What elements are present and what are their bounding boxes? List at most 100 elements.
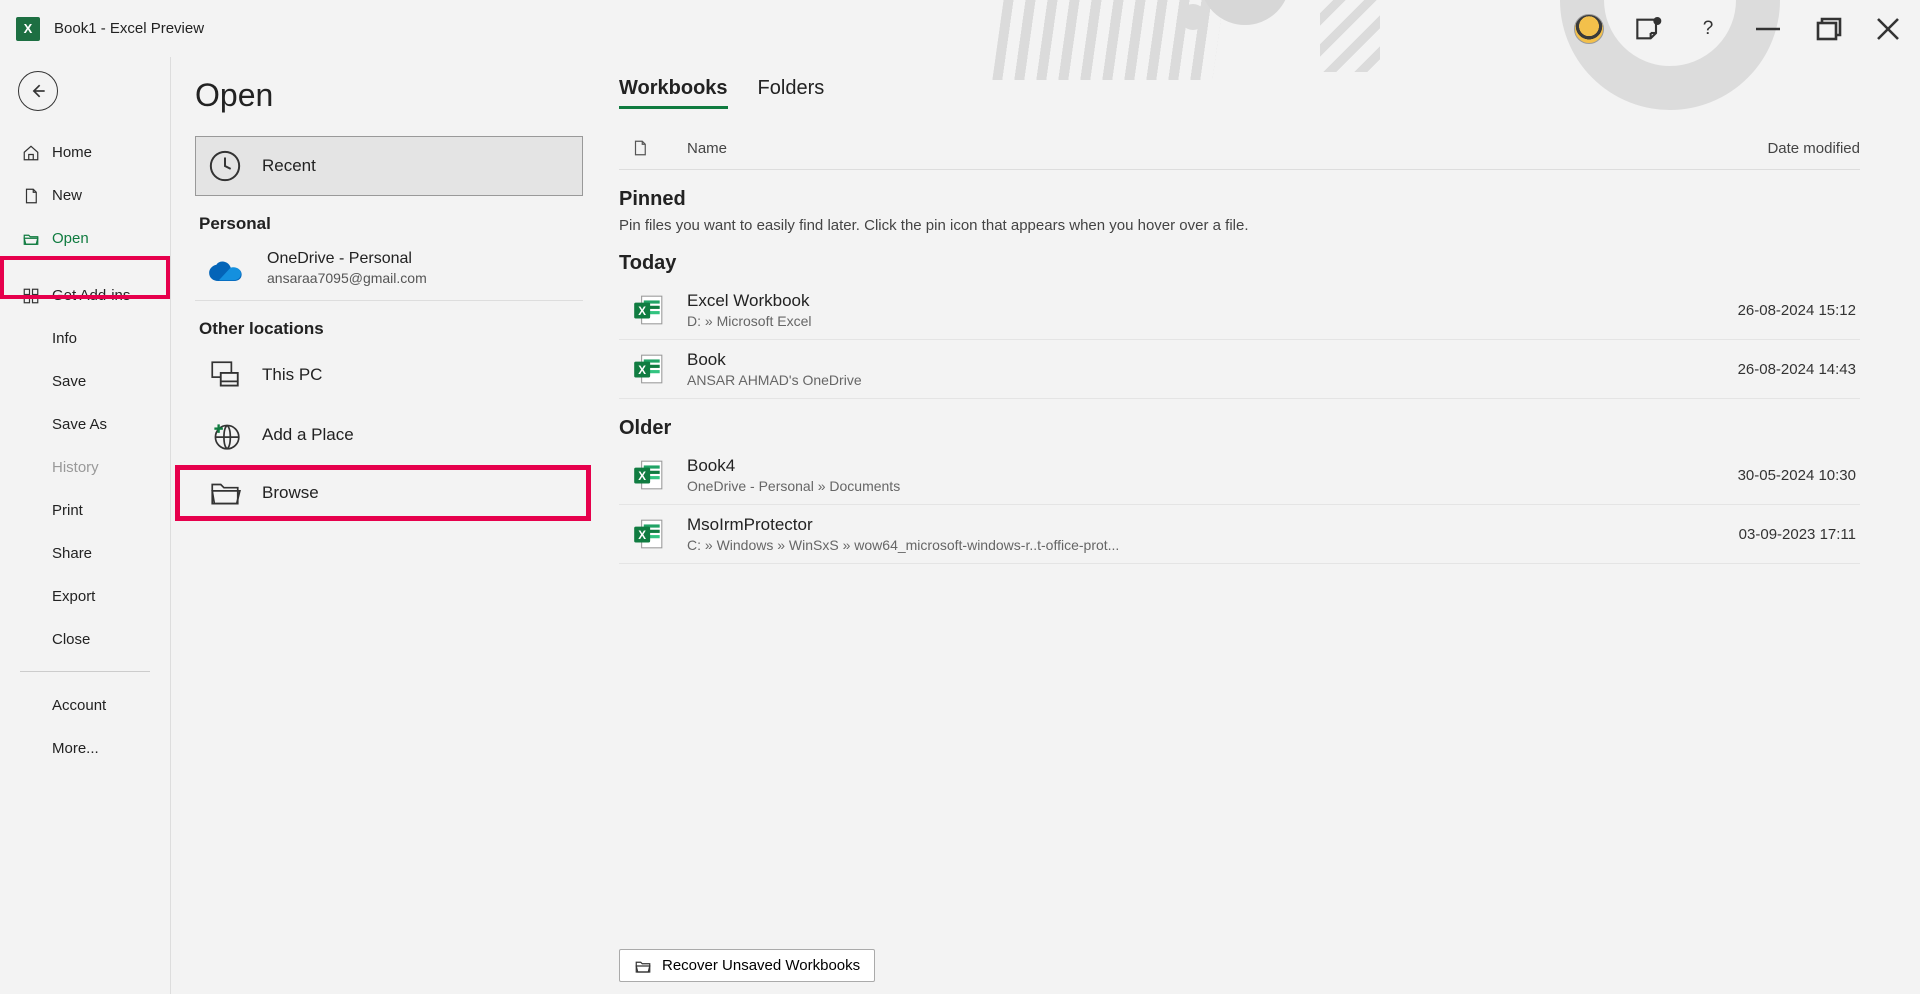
back-button[interactable] — [18, 71, 58, 111]
file-path: ANSAR AHMAD's OneDrive — [687, 372, 862, 388]
more-label: More... — [52, 740, 99, 757]
file-name: Book4 — [687, 456, 900, 476]
recent-label: Recent — [262, 156, 316, 176]
location-recent[interactable]: Recent — [195, 136, 583, 196]
group-today-title: Today — [619, 252, 1860, 275]
group-older-title: Older — [619, 417, 1860, 440]
svg-text:X: X — [638, 305, 646, 318]
location-add-place[interactable]: Add a Place — [195, 405, 583, 465]
account-label: Account — [52, 697, 106, 714]
open-label: Open — [52, 230, 89, 247]
browse-folder-icon — [208, 476, 242, 510]
sidebar-item-saveas[interactable]: Save As — [0, 403, 170, 446]
print-label: Print — [52, 502, 83, 519]
this-pc-icon — [208, 358, 242, 392]
file-icon — [631, 137, 649, 159]
info-label: Info — [52, 330, 77, 347]
file-path: OneDrive - Personal » Documents — [687, 478, 900, 494]
history-label: History — [52, 459, 99, 476]
sidebar-item-share[interactable]: Share — [0, 532, 170, 575]
close-label: Close — [52, 631, 90, 648]
file-row[interactable]: X Book ANSAR AHMAD's OneDrive 26-08-2024 … — [619, 340, 1860, 399]
sidebar-item-more[interactable]: More... — [0, 727, 170, 770]
folder-open-icon — [634, 958, 652, 974]
export-label: Export — [52, 588, 95, 605]
file-row[interactable]: X MsoIrmProtector C: » Windows » WinSxS »… — [619, 505, 1860, 564]
backstage-sidebar: Home New Open Get Add-ins Info Save Save… — [0, 57, 170, 994]
window-title: Book1 - Excel Preview — [54, 20, 204, 37]
share-label: Share — [52, 545, 92, 562]
file-path: C: » Windows » WinSxS » wow64_microsoft-… — [687, 537, 1119, 553]
sidebar-item-print[interactable]: Print — [0, 489, 170, 532]
browse-label: Browse — [262, 483, 319, 503]
file-tabs: Workbooks Folders — [619, 77, 1860, 109]
sidebar-item-account[interactable]: Account — [0, 684, 170, 727]
sidebar-item-new[interactable]: New — [0, 174, 170, 217]
file-name: Book — [687, 350, 862, 370]
file-date: 26-08-2024 15:12 — [1738, 302, 1856, 319]
addplace-label: Add a Place — [262, 425, 354, 445]
highlight-box-browse: Browse — [175, 465, 591, 521]
col-name[interactable]: Name — [687, 140, 727, 157]
sidebar-item-home[interactable]: Home — [0, 131, 170, 174]
sidebar-item-close[interactable]: Close — [0, 618, 170, 661]
sidebar-item-save[interactable]: Save — [0, 360, 170, 403]
file-row[interactable]: X Book4 OneDrive - Personal » Documents 3… — [619, 446, 1860, 505]
add-place-icon — [208, 418, 242, 452]
notifications-icon[interactable] — [1632, 13, 1664, 45]
tab-workbooks[interactable]: Workbooks — [619, 77, 728, 109]
recover-unsaved-button[interactable]: Recover Unsaved Workbooks — [619, 949, 875, 982]
location-browse[interactable]: Browse — [195, 470, 586, 516]
page-title: Open — [181, 77, 583, 114]
other-locations-header: Other locations — [199, 319, 583, 339]
onedrive-icon — [207, 255, 247, 281]
location-onedrive-personal[interactable]: OneDrive - Personal ansaraa7095@gmail.co… — [195, 240, 583, 296]
sidebar-item-history: History — [0, 446, 170, 489]
new-label: New — [52, 187, 82, 204]
home-label: Home — [52, 144, 92, 161]
excel-file-icon: X — [631, 352, 665, 386]
onedrive-email: ansaraa7095@gmail.com — [267, 270, 427, 286]
help-icon[interactable]: ? — [1692, 13, 1724, 45]
recover-label: Recover Unsaved Workbooks — [662, 957, 860, 974]
file-path: D: » Microsoft Excel — [687, 313, 811, 329]
locations-panel: Open Recent Personal OneDrive - Personal… — [170, 57, 595, 994]
divider — [195, 300, 583, 301]
getaddins-label: Get Add-ins — [52, 287, 130, 304]
personal-header: Personal — [199, 214, 583, 234]
file-date: 30-05-2024 10:30 — [1738, 467, 1856, 484]
file-name: Excel Workbook — [687, 291, 811, 311]
maximize-button[interactable] — [1812, 13, 1844, 45]
files-panel: Workbooks Folders Name Date modified Pin… — [595, 57, 1920, 994]
save-label: Save — [52, 373, 86, 390]
tab-folders[interactable]: Folders — [758, 77, 825, 109]
minimize-button[interactable] — [1752, 13, 1784, 45]
sidebar-item-info[interactable]: Info — [0, 317, 170, 360]
sidebar-item-get-addins[interactable]: Get Add-ins — [0, 274, 170, 317]
group-pinned-title: Pinned — [619, 188, 1860, 211]
col-date[interactable]: Date modified — [1767, 140, 1860, 157]
column-headers: Name Date modified — [619, 131, 1860, 170]
svg-text:X: X — [638, 529, 646, 542]
svg-text:X: X — [638, 364, 646, 377]
file-date: 03-09-2023 17:11 — [1739, 526, 1856, 543]
close-button[interactable] — [1872, 13, 1904, 45]
saveas-label: Save As — [52, 416, 107, 433]
thispc-label: This PC — [262, 365, 322, 385]
sidebar-item-export[interactable]: Export — [0, 575, 170, 618]
file-date: 26-08-2024 14:43 — [1738, 361, 1856, 378]
svg-text:X: X — [638, 470, 646, 483]
sidebar-divider — [20, 671, 150, 672]
file-row[interactable]: X Excel Workbook D: » Microsoft Excel 26-… — [619, 281, 1860, 340]
title-bar: Book1 - Excel Preview ? — [0, 0, 1920, 57]
excel-app-icon — [16, 17, 40, 41]
user-avatar[interactable] — [1574, 14, 1604, 44]
excel-file-icon: X — [631, 458, 665, 492]
file-name: MsoIrmProtector — [687, 515, 1119, 535]
sidebar-item-open[interactable]: Open — [0, 217, 170, 260]
pinned-hint: Pin files you want to easily find later.… — [619, 217, 1860, 234]
excel-file-icon: X — [631, 293, 665, 327]
excel-file-icon: X — [631, 517, 665, 551]
location-this-pc[interactable]: This PC — [195, 345, 583, 405]
onedrive-label: OneDrive - Personal — [267, 250, 427, 268]
